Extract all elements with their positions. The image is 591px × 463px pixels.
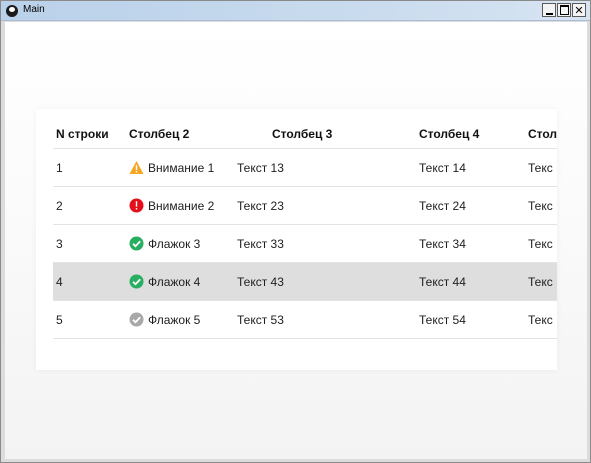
cell-col3: Текст 23 [237,198,284,213]
cell-col2: Внимание 2 [129,187,214,224]
cell-col4: Текст 54 [419,312,466,327]
cell-col2: Флажок 5 [129,301,200,338]
cell-n: 2 [56,198,63,213]
main-window: Main ✕ N строки Столбец 2 Столбец 3 Стол… [0,0,591,463]
cell-col3: Текст 53 [237,312,284,327]
table-row[interactable]: 3 Флажок 3 Текст 33 Текст 34 Текс [53,225,557,263]
app-icon[interactable] [6,5,18,17]
cell-col5: Текс [528,274,553,289]
table-row[interactable]: 4 Флажок 4 Текст 43 Текст 44 Текс [53,263,557,301]
cell-col4: Текст 34 [419,236,466,251]
cell-col4: Текст 24 [419,198,466,213]
cell-col2-text: Внимание 1 [148,160,215,175]
data-grid: N строки Столбец 2 Столбец 3 Столбец 4 С… [36,109,557,370]
table-row[interactable]: 1 Внимание 1 Текст 13 Текст 14 Текс [53,149,557,187]
cell-n: 3 [56,236,63,251]
minimize-button[interactable] [542,3,556,17]
header-col5[interactable]: Стол [528,120,557,148]
check-icon [129,236,144,251]
cell-col4: Текст 44 [419,274,466,289]
cell-n: 5 [56,312,63,327]
table-header: N строки Столбец 2 Столбец 3 Столбец 4 С… [53,120,557,149]
window-controls: ✕ [542,3,586,17]
cell-col2: Флажок 4 [129,263,200,300]
header-n[interactable]: N строки [56,120,109,148]
cell-col2-text: Флажок 4 [148,274,201,289]
cell-col2-text: Флажок 3 [148,236,201,251]
cell-col5: Текс [528,312,553,327]
table-row[interactable]: 5 Флажок 5 Текст 53 Текст 54 Текс [53,301,557,339]
cell-col3: Текст 33 [237,236,284,251]
cell-col2: Флажок 3 [129,225,200,262]
cell-col2: Внимание 1 [129,149,214,186]
cell-n: 1 [56,160,63,175]
header-col2[interactable]: Столбец 2 [129,120,189,148]
cell-col3: Текст 43 [237,274,284,289]
cell-col5: Текс [528,160,553,175]
error-icon [129,198,144,213]
cell-col5: Текс [528,236,553,251]
table-row[interactable]: 2 Внимание 2 Текст 23 Текст 24 Текс [53,187,557,225]
title-bar[interactable]: Main ✕ [1,1,590,21]
warning-icon [129,160,144,175]
cell-col2-text: Внимание 2 [148,198,215,213]
client-area: N строки Столбец 2 Столбец 3 Столбец 4 С… [5,22,587,459]
header-col4[interactable]: Столбец 4 [419,120,479,148]
close-button[interactable]: ✕ [572,3,586,17]
cell-n: 4 [56,274,63,289]
cell-col4: Текст 14 [419,160,466,175]
cell-col2-text: Флажок 5 [148,312,201,327]
cell-col5: Текс [528,198,553,213]
check-disabled-icon [129,312,144,327]
maximize-button[interactable] [557,3,571,17]
cell-col3: Текст 13 [237,160,284,175]
check-icon [129,274,144,289]
window-title: Main [23,4,45,15]
header-col3[interactable]: Столбец 3 [272,120,332,148]
